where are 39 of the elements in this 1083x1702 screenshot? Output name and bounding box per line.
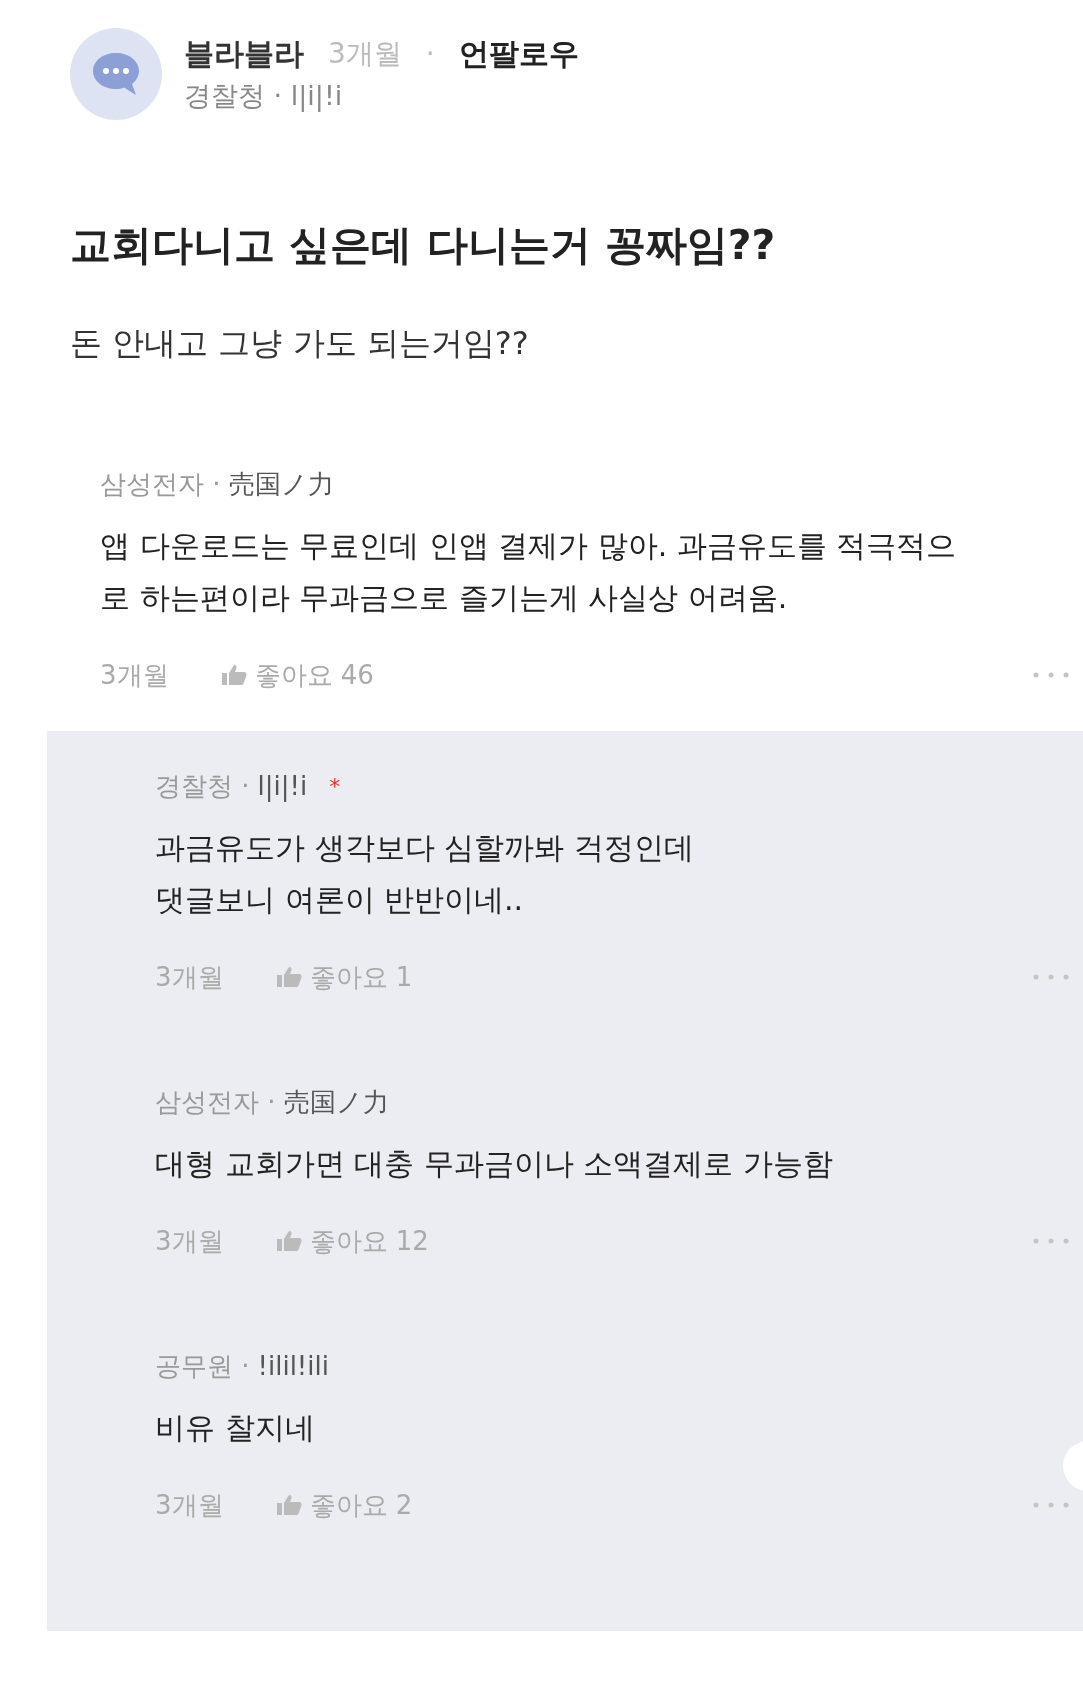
commenter-company: 삼성전자 ·	[100, 467, 221, 501]
author-meta: 경찰청 · l|i|!i	[184, 79, 344, 114]
commenter-nickname: 売国ノ力	[228, 467, 334, 501]
comment-text: 댓글보니 여론이 반반이네..	[155, 880, 525, 919]
more-icon[interactable]	[1033, 672, 1069, 678]
commenter-nickname: 売国ノ力	[283, 1085, 389, 1119]
comment-time: 3개월	[155, 1488, 224, 1522]
comment-time: 3개월	[100, 658, 169, 692]
post-title: 교회다니고 싶은데 다니는거 꽁짜임??	[70, 220, 777, 271]
comment-text: 과금유도가 생각보다 심할까봐 걱정인데	[155, 828, 695, 867]
post-time: 3개월	[328, 35, 402, 72]
commenter-nickname: !ilil!ili	[257, 1349, 329, 1383]
more-icon[interactable]	[1033, 1238, 1069, 1244]
like-count[interactable]: 좋아요 46	[254, 655, 374, 695]
comment-text: 로 하는편이라 무과금으로 즐기는게 사실상 어려움.	[100, 578, 789, 617]
comment-text: 앱 다운로드는 무료인데 인앱 결제가 많아. 과금유도를 적극적으	[100, 526, 958, 565]
commenter-company: 삼성전자 ·	[155, 1085, 276, 1119]
comment-time: 3개월	[155, 1224, 224, 1258]
thumbs-up-icon[interactable]	[275, 966, 302, 988]
thumbs-up-icon[interactable]	[220, 664, 247, 686]
thumbs-up-icon[interactable]	[275, 1230, 302, 1252]
post-body: 돈 안내고 그냥 가도 되는거임??	[70, 322, 530, 364]
like-count[interactable]: 좋아요 1	[309, 957, 413, 997]
more-icon[interactable]	[1033, 1502, 1069, 1508]
like-count[interactable]: 좋아요 12	[309, 1221, 429, 1261]
comment-text: 비유 찰지네	[155, 1408, 316, 1447]
commenter-company: 경찰청 ·	[155, 769, 250, 803]
thumbs-up-icon[interactable]	[275, 1494, 302, 1516]
separator-dot: ·	[425, 35, 435, 72]
commenter-nickname: l|i|!i	[257, 769, 308, 804]
comment-time: 3개월	[155, 960, 224, 994]
author-name: 블라블라	[184, 35, 304, 74]
unfollow-link[interactable]: 언팔로우	[458, 31, 579, 77]
like-count[interactable]: 좋아요 2	[309, 1485, 413, 1525]
comment-text: 대형 교회가면 대충 무과금이나 소액결제로 가능함	[155, 1144, 834, 1183]
commenter-company: 공무원 ·	[155, 1349, 250, 1383]
more-icon[interactable]	[1033, 974, 1069, 980]
author-mark: *	[329, 772, 341, 801]
speech-bubble-icon	[91, 51, 141, 97]
